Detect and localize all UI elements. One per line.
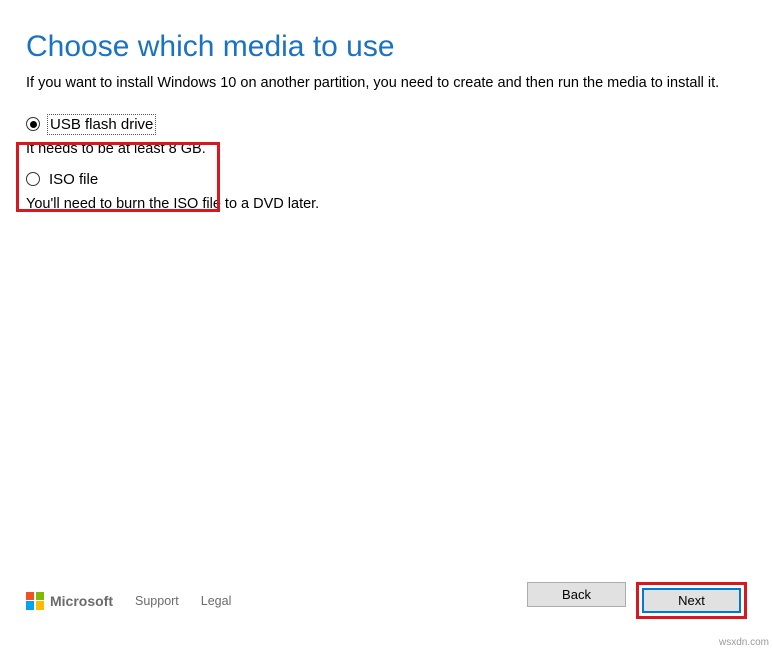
option-usb-label: USB flash drive bbox=[49, 116, 154, 133]
button-bar: Back Next bbox=[527, 582, 747, 619]
option-usb-desc: It needs to be at least 8 GB. bbox=[26, 141, 747, 157]
legal-link[interactable]: Legal bbox=[201, 594, 232, 608]
footer-brand-area: Microsoft Support Legal bbox=[26, 592, 231, 610]
footer: Microsoft Support Legal Back Next bbox=[0, 582, 773, 619]
back-button[interactable]: Back bbox=[527, 582, 626, 607]
page-title: Choose which media to use bbox=[0, 0, 773, 74]
media-options: USB flash drive It needs to be at least … bbox=[0, 116, 773, 212]
option-iso[interactable]: ISO file You'll need to burn the ISO fil… bbox=[26, 171, 747, 212]
microsoft-logo-group: Microsoft bbox=[26, 592, 113, 610]
option-iso-desc: You'll need to burn the ISO file to a DV… bbox=[26, 196, 747, 212]
support-link[interactable]: Support bbox=[135, 594, 179, 608]
radio-usb[interactable] bbox=[26, 117, 40, 131]
option-usb[interactable]: USB flash drive It needs to be at least … bbox=[26, 116, 747, 157]
microsoft-logo-icon bbox=[26, 592, 44, 610]
attribution-text: wsxdn.com bbox=[719, 637, 769, 648]
page-subtitle: If you want to install Windows 10 on ano… bbox=[0, 74, 773, 116]
option-iso-label: ISO file bbox=[49, 171, 98, 188]
annotation-highlight-next: Next bbox=[636, 582, 747, 619]
next-button[interactable]: Next bbox=[642, 588, 741, 613]
radio-iso[interactable] bbox=[26, 172, 40, 186]
microsoft-brand-text: Microsoft bbox=[50, 593, 113, 609]
